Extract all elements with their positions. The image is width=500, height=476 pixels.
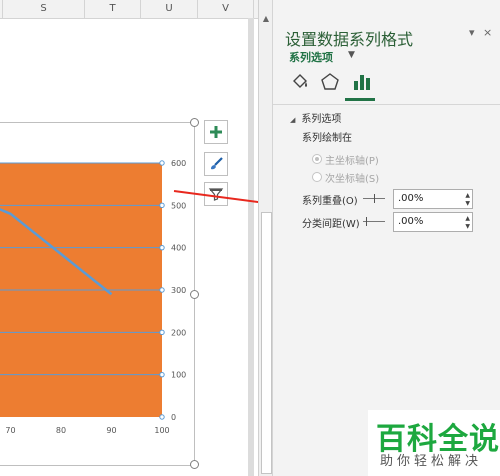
series-options-tab[interactable] <box>349 70 375 94</box>
worksheet[interactable]: S T U V 0 100 200 300 400 500 600 70 80 90 100 <box>0 0 258 476</box>
y-tick-label: 600 <box>171 159 186 168</box>
divider <box>273 104 500 105</box>
y-tick-label: 200 <box>171 328 186 337</box>
gridline-point[interactable] <box>159 202 165 209</box>
pane-options-icon[interactable]: ▾ <box>469 26 475 39</box>
gap-width-label: 分类间距(W) <box>302 219 360 230</box>
column-header-s[interactable]: S <box>3 0 85 18</box>
fill-line-tab[interactable] <box>287 70 313 94</box>
watermark-sub: 助你轻松解决 <box>380 454 483 469</box>
series-options-dropdown[interactable]: 系列选项 <box>289 49 333 65</box>
series-overlap-label: 系列重叠(O) <box>302 196 358 207</box>
spin-up-icon[interactable]: ▲ <box>465 215 470 222</box>
close-icon[interactable]: × <box>483 26 492 39</box>
funnel-icon <box>208 188 224 201</box>
gridline-point[interactable] <box>159 414 165 420</box>
scroll-up-icon[interactable]: ▲ <box>261 14 271 24</box>
active-tab-indicator <box>345 98 375 101</box>
y-tick-label: 0 <box>171 413 176 422</box>
chart-plot[interactable]: 0100200300400500600 70 80 90 100 <box>0 123 194 465</box>
spin-down-icon[interactable]: ▼ <box>465 200 470 207</box>
y-axis-ticks: 0 100 200 300 400 500 600 <box>171 159 186 422</box>
bar-chart-icon <box>354 75 370 90</box>
chart-styles-button[interactable] <box>204 152 228 176</box>
pane-title: 设置数据系列格式 <box>285 30 414 49</box>
gap-slider-thumb[interactable] <box>366 217 367 226</box>
gridline-point[interactable] <box>159 244 165 251</box>
paintbrush-icon <box>211 157 223 170</box>
series-overlap-value[interactable]: .00% <box>398 190 423 208</box>
column-header-t[interactable]: T <box>85 0 141 18</box>
gap-width-spinner[interactable]: .00% ▲ ▼ <box>393 212 473 232</box>
chart-elements-button[interactable] <box>204 120 228 144</box>
column-header-v[interactable]: V <box>198 0 254 18</box>
x-tick-label: 70 <box>5 426 15 435</box>
scroll-thumb[interactable] <box>261 212 272 474</box>
series-overlap-spinner[interactable]: .00% ▲ ▼ <box>393 189 473 209</box>
y-tick-label: 500 <box>171 201 186 210</box>
effects-tab[interactable] <box>317 70 343 94</box>
gridline-point[interactable] <box>159 371 165 378</box>
secondary-axis-label: 次坐标轴(S) <box>325 174 380 185</box>
chart-resize-handle[interactable] <box>190 460 199 469</box>
column-header-row: S T U V <box>0 0 258 19</box>
plus-icon <box>210 126 222 138</box>
spin-down-icon[interactable]: ▼ <box>465 223 470 230</box>
secondary-axis-radio[interactable] <box>312 172 322 182</box>
x-tick-label: 90 <box>106 426 116 435</box>
chart-resize-handle[interactable] <box>190 118 199 127</box>
y-tick-label: 300 <box>171 286 186 295</box>
primary-axis-radio[interactable] <box>312 154 322 164</box>
x-tick-label: 100 <box>154 426 169 435</box>
pentagon-icon <box>321 73 339 90</box>
page-break-shadow <box>248 18 254 476</box>
overlap-slider-thumb[interactable] <box>374 194 375 203</box>
chart-filters-button[interactable] <box>204 182 228 206</box>
paint-bucket-icon <box>293 74 307 88</box>
x-tick-label: 80 <box>56 426 66 435</box>
watermark-logo: 百科全说 助你轻松解决 <box>368 410 500 476</box>
gridline-point[interactable] <box>159 287 165 293</box>
column-header-u[interactable]: U <box>141 0 198 18</box>
plot-series-on-label: 系列绘制在 <box>302 133 352 144</box>
gridline-point[interactable] <box>159 160 165 166</box>
vertical-scrollbar[interactable]: ▲ <box>258 0 273 476</box>
y-tick-label: 400 <box>171 244 186 253</box>
chevron-down-icon[interactable]: ▼ <box>348 50 355 60</box>
section-header-series-options[interactable]: ◢ 系列选项 <box>290 110 341 125</box>
y-tick-label: 100 <box>171 371 186 380</box>
gridline-point[interactable] <box>159 329 165 336</box>
x-axis-ticks: 70 80 90 100 <box>5 426 169 435</box>
spin-up-icon[interactable]: ▲ <box>465 192 470 199</box>
primary-axis-label: 主坐标轴(P) <box>325 156 379 167</box>
format-data-series-pane: 设置数据系列格式 ▾ × 系列选项 ▼ ◢ 系列选项 系列绘制在 主坐标轴(P) … <box>272 0 500 476</box>
collapse-triangle-icon[interactable]: ◢ <box>290 116 295 124</box>
chart-area[interactable]: 0 100 200 300 400 500 600 70 80 90 100 <box>0 122 195 466</box>
gap-width-value[interactable]: .00% <box>398 213 423 231</box>
chart-resize-handle[interactable] <box>190 290 199 299</box>
section-title: 系列选项 <box>301 114 342 125</box>
